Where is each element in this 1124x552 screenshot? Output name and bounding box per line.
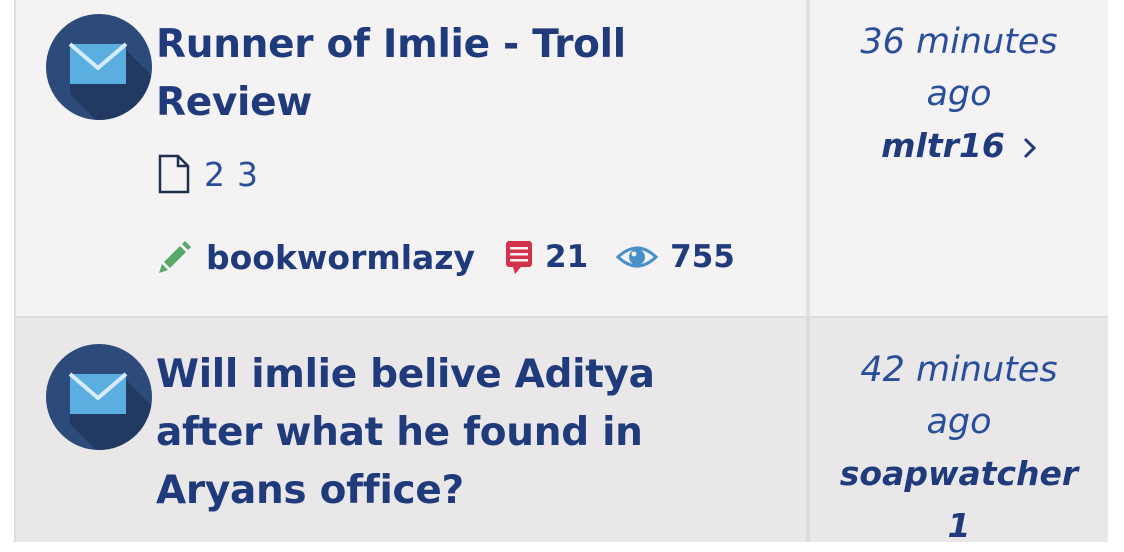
last-post-time: 36 minutes ago <box>810 16 1108 120</box>
document-icon <box>158 154 190 194</box>
last-post-time-line: 42 minutes <box>860 350 1058 390</box>
last-post-user[interactable]: mltr16 <box>881 126 1005 165</box>
topic-meta: bookwormlazy 21 755 <box>158 232 763 282</box>
topic-title-line[interactable]: Will imlie belive Aditya <box>156 346 716 404</box>
pagination: 2 3 <box>158 152 270 196</box>
page-link-3[interactable]: 3 <box>237 155 258 194</box>
comment-icon <box>506 241 533 274</box>
topic-title-line[interactable]: Review <box>156 74 716 132</box>
eye-icon <box>616 246 659 268</box>
topic-title-line[interactable]: Runner of Imlie - Troll <box>156 16 716 74</box>
last-post-user-link[interactable]: soapwatcher 1 <box>810 448 1108 552</box>
topic-author[interactable]: bookwormlazy <box>206 238 475 277</box>
left-gutter <box>0 0 16 542</box>
envelope-icon <box>46 344 152 450</box>
last-post-time: 42 minutes ago <box>810 344 1108 448</box>
topic-list: Runner of Imlie - Troll Review 2 3 bookw… <box>0 0 1124 545</box>
last-post-time-line: ago <box>926 74 992 114</box>
right-gutter <box>1108 0 1124 542</box>
last-post-user-link[interactable]: mltr16 <box>810 120 1108 172</box>
last-post-time-line: ago <box>926 402 992 442</box>
last-post-user[interactable]: 1 <box>810 500 1108 552</box>
last-post-user[interactable]: soapwatcher <box>810 448 1108 500</box>
view-count: 755 <box>670 239 735 275</box>
reply-count: 21 <box>545 239 589 275</box>
topic-title[interactable]: Will imlie belive Aditya after what he f… <box>156 346 716 520</box>
pencil-icon <box>159 241 191 273</box>
topic-title-line[interactable]: after what he found in <box>156 404 716 462</box>
page-link-2[interactable]: 2 <box>204 155 225 194</box>
last-post-time-line: 36 minutes <box>860 22 1058 62</box>
topic-row[interactable]: Runner of Imlie - Troll Review 2 3 bookw… <box>16 0 1108 318</box>
topic-title-line[interactable]: Aryans office? <box>156 462 716 520</box>
topic-row[interactable]: Will imlie belive Aditya after what he f… <box>16 318 1108 545</box>
topic-title[interactable]: Runner of Imlie - Troll Review <box>156 16 716 132</box>
envelope-icon <box>46 14 152 120</box>
chevron-right-icon[interactable] <box>1023 137 1037 159</box>
